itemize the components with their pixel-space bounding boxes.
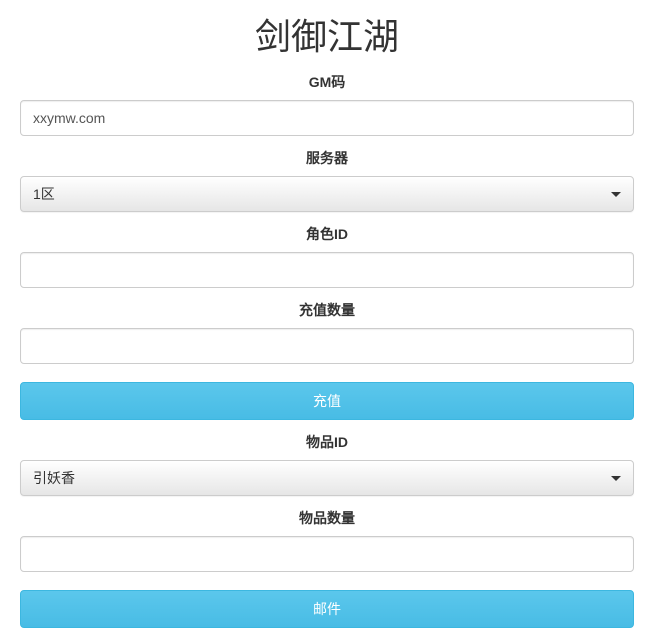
recharge-qty-input[interactable] — [20, 328, 634, 364]
item-qty-input[interactable] — [20, 536, 634, 572]
gm-code-input[interactable] — [20, 100, 634, 136]
page-title: 剑御江湖 — [20, 8, 634, 60]
server-label: 服务器 — [20, 148, 634, 168]
caret-down-icon — [611, 192, 621, 197]
mail-button[interactable]: 邮件 — [20, 590, 634, 628]
item-id-select-value: 引妖香 — [33, 468, 75, 488]
recharge-qty-label: 充值数量 — [20, 300, 634, 320]
server-select-value: 1区 — [33, 184, 55, 204]
item-id-label: 物品ID — [20, 432, 634, 452]
caret-down-icon — [611, 476, 621, 481]
recharge-button[interactable]: 充值 — [20, 382, 634, 420]
server-select[interactable]: 1区 — [20, 176, 634, 212]
item-qty-label: 物品数量 — [20, 508, 634, 528]
role-id-input[interactable] — [20, 252, 634, 288]
gm-code-label: GM码 — [20, 72, 634, 92]
item-id-select[interactable]: 引妖香 — [20, 460, 634, 496]
role-id-label: 角色ID — [20, 224, 634, 244]
